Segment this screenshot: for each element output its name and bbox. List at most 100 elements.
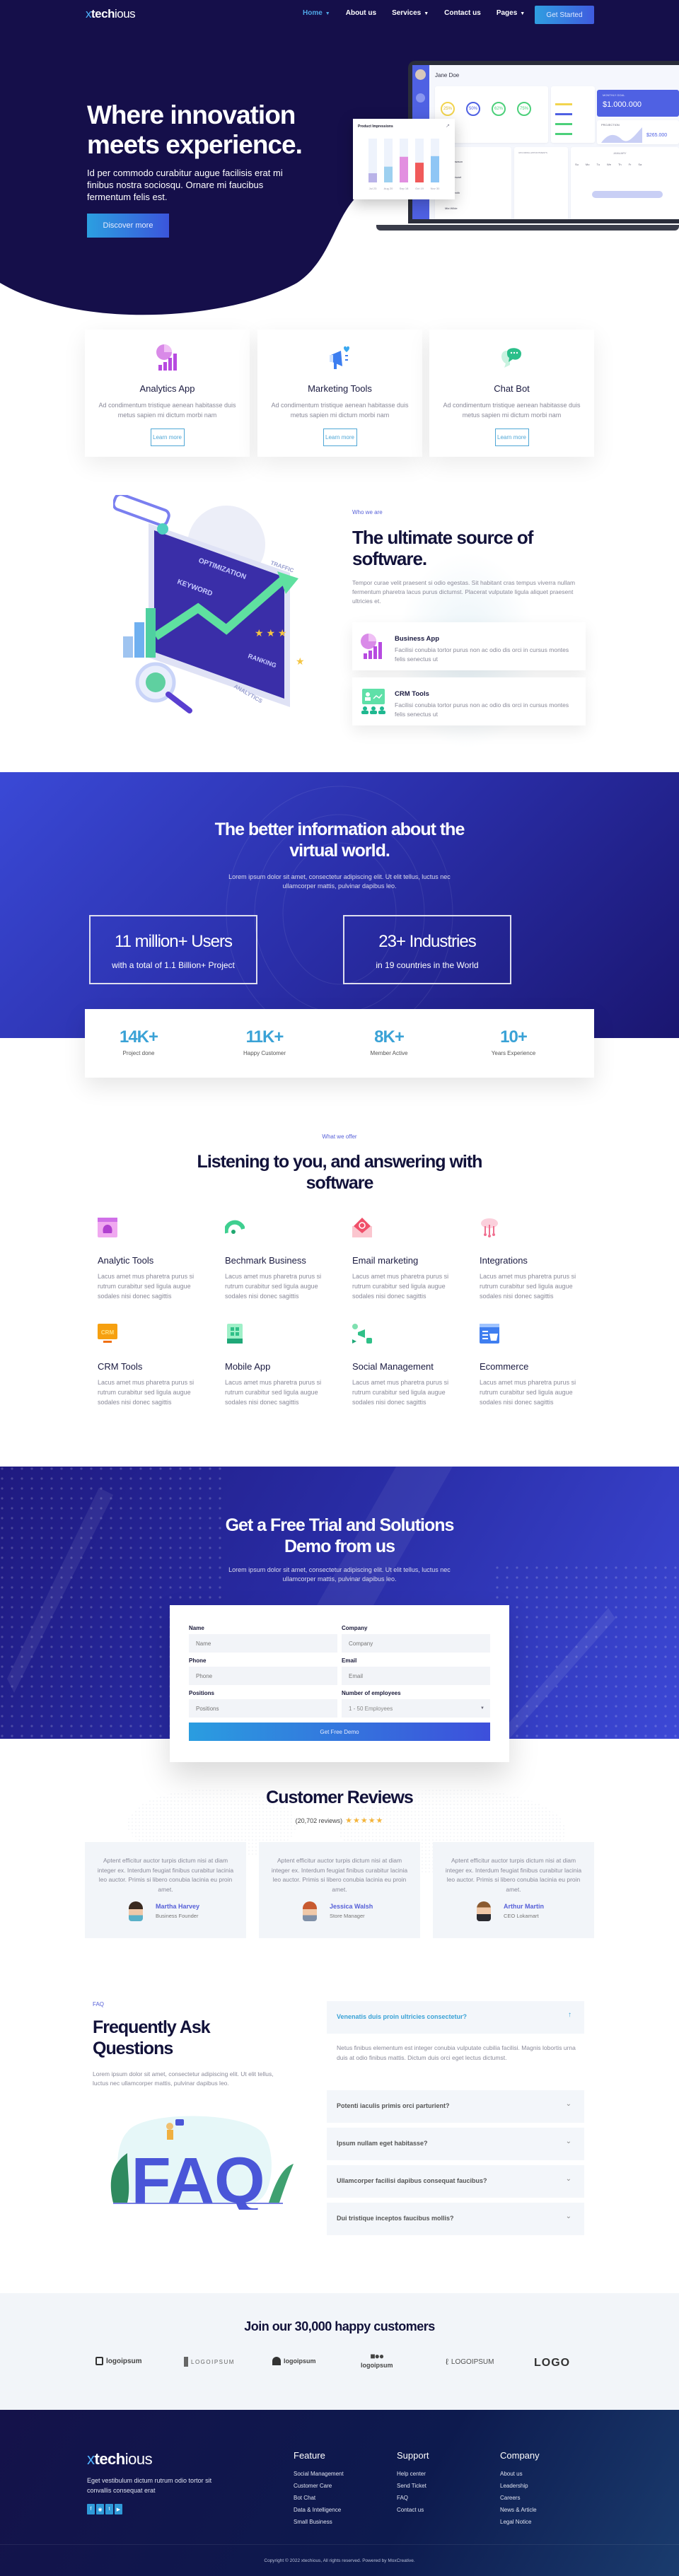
faq-item[interactable]: Potenti iaculis primis orci parturient? … (327, 2090, 584, 2123)
footer-col-company: Company About us Leadership Careers News… (500, 2450, 540, 2525)
stat-box-industries: 23+ Industries in 19 countries in the Wo… (343, 915, 511, 984)
impressions-bar (415, 163, 424, 182)
footer-link[interactable]: Help center (397, 2471, 429, 2477)
analytics-icon (156, 344, 177, 371)
nav-contact[interactable]: Contact us (444, 9, 481, 17)
learn-more-button[interactable]: Learn more (323, 429, 357, 446)
feature-desc: Facilisi conubia tortor purus non ac odi… (395, 701, 569, 718)
feature-card-business: Business App Facilisi conubia tortor pur… (352, 622, 586, 670)
footer-logo[interactable]: xtechious (87, 2450, 153, 2469)
logo[interactable]: xtechious (86, 7, 136, 21)
feature-title: Business App (395, 635, 439, 643)
avatar (477, 1901, 491, 1921)
positions-field[interactable] (189, 1699, 337, 1718)
employees-select[interactable]: 1 - 50 Employees ▼ (342, 1699, 490, 1718)
service-desc: Ad condimentum tristique aenean habitass… (443, 402, 581, 419)
faq-item[interactable]: Ipsum nullam eget habitasse? ⌄ (327, 2128, 584, 2160)
who-eyebrow: Who we are (352, 509, 383, 515)
offer-title: Listening to you, and answering with sof… (197, 1152, 483, 1193)
stats-desc: Lorem ipsum dolor sit amet, consectetur … (228, 873, 451, 890)
learn-more-button[interactable]: Learn more (494, 429, 529, 446)
footer-col-feature: Feature Social Management Customer Care … (294, 2450, 344, 2525)
crm-team-icon (361, 689, 385, 714)
client-logo: LOGOIPSUM (184, 2357, 235, 2367)
facebook-icon[interactable]: f (87, 2504, 95, 2514)
employees-label: Number of employees (342, 1690, 401, 1696)
name-label: Name (189, 1625, 204, 1631)
footer-link[interactable]: Small Business (294, 2519, 344, 2525)
faq-illustration: FAQ (110, 2116, 294, 2210)
footer-link[interactable]: News & Article (500, 2507, 540, 2513)
decorative-contours (226, 786, 453, 1038)
nav-services[interactable]: Services ▼ (392, 9, 429, 17)
service-card-analytics: Analytics App Ad condimentum tristique a… (85, 330, 250, 457)
offer-item: Bechmark Business Lacus amet mus pharetr… (224, 1218, 352, 1301)
popup-title: Product Impressions (358, 124, 393, 129)
email-field[interactable] (342, 1667, 490, 1685)
get-free-demo-button[interactable]: Get Free Demo (189, 1723, 490, 1741)
chevron-down-icon: ▼ (325, 11, 330, 16)
name-field[interactable] (189, 1634, 337, 1653)
discover-more-button[interactable]: Discover more (87, 214, 169, 238)
avatar (303, 1901, 317, 1921)
footer-link[interactable]: FAQ (397, 2495, 429, 2501)
impressions-bar (368, 173, 377, 182)
footer-link[interactable]: Legal Notice (500, 2519, 540, 2525)
service-desc: Ad condimentum tristique aenean habitass… (271, 402, 409, 419)
footer-link[interactable]: About us (500, 2471, 540, 2477)
ring-frontend: 50% (466, 102, 480, 116)
twitter-icon[interactable]: t (105, 2504, 113, 2514)
stats-section (0, 772, 679, 1038)
youtube-icon[interactable]: ▶ (115, 2504, 122, 2514)
faq-item-open[interactable]: Venenatis duis proin ultricies consectet… (327, 2001, 584, 2034)
footer-link[interactable]: Careers (500, 2495, 540, 2501)
nav-pages[interactable]: Pages ▼ (497, 9, 525, 17)
footer-link[interactable]: Bot Chat (294, 2495, 344, 2501)
footer-link[interactable]: Leadership (500, 2483, 540, 2489)
review-card: Aptent efficitur auctor turpis dictum ni… (433, 1842, 594, 1938)
offer-item: Integrations Lacus amet mus pharetra pur… (480, 1218, 607, 1301)
footer-link[interactable]: Contact us (397, 2507, 429, 2513)
offer-item: Analytic Tools Lacus amet mus pharetra p… (98, 1218, 225, 1301)
faq-eyebrow: FAQ (93, 2001, 105, 2007)
footer-link[interactable]: Social Management (294, 2471, 344, 2477)
get-started-button[interactable]: Get Started (535, 6, 594, 24)
reviews-meta: (20,702 reviews) ★★★★★ (0, 1816, 679, 1825)
positions-label: Positions (189, 1690, 215, 1696)
nav-about[interactable]: About us (346, 9, 376, 17)
star-rating-icon: ★★★★★ (345, 1817, 384, 1825)
faq-item[interactable]: Ullamcorper facilisi dapibus consequat f… (327, 2165, 584, 2198)
svg-text:★ ★ ★: ★ ★ ★ (255, 627, 286, 639)
client-logo: logoipsum (272, 2357, 316, 2365)
calendar-weekday: Tu (596, 163, 600, 166)
learn-more-button[interactable]: Learn more (150, 429, 185, 446)
caret-down-icon: ▼ (480, 1706, 484, 1710)
chevron-down-icon: ⌄ (565, 2213, 571, 2220)
seo-illustration: OPTIMIZATION KEYWORD TRAFFIC RANKING ANA… (113, 495, 305, 713)
home-icon (416, 93, 425, 103)
footer-col-support: Support Help center Send Ticket FAQ Cont… (397, 2450, 429, 2513)
hero-title: Where innovation meets experience. (87, 100, 303, 159)
footer-link[interactable]: Data & Intelligence (294, 2507, 344, 2513)
bar-label: Sep 18 (400, 187, 409, 190)
company-field[interactable] (342, 1634, 490, 1653)
ring-copywriting: 75% (517, 102, 531, 116)
mobile-app-icon (227, 1324, 243, 1344)
phone-field[interactable] (189, 1667, 337, 1685)
chat-bubble-icon (501, 348, 521, 368)
service-card-chatbot: Chat Bot Ad condimentum tristique aenean… (429, 330, 594, 457)
impressions-bar (431, 156, 439, 182)
footer-link[interactable]: Send Ticket (397, 2483, 429, 2489)
footer-link[interactable]: Customer Care (294, 2483, 344, 2489)
nav-home[interactable]: Home ▼ (303, 9, 330, 17)
service-title: Marketing Tools (308, 383, 372, 394)
faq-item[interactable]: Dui tristique inceptos faucibus mollis? … (327, 2203, 584, 2235)
service-desc: Ad condimentum tristique aenean habitass… (98, 402, 236, 419)
phone-label: Phone (189, 1657, 207, 1664)
offer-item: CRM CRM Tools Lacus amet mus pharetra pu… (98, 1324, 225, 1407)
feature-title: CRM Tools (395, 690, 429, 698)
footer-desc: Eget vestibulum dictum rutrum odio torto… (87, 2477, 212, 2494)
service-title: Analytics App (139, 383, 195, 394)
reviews-count: (20,702 reviews) (295, 1817, 343, 1824)
instagram-icon[interactable]: ◉ (96, 2504, 104, 2514)
